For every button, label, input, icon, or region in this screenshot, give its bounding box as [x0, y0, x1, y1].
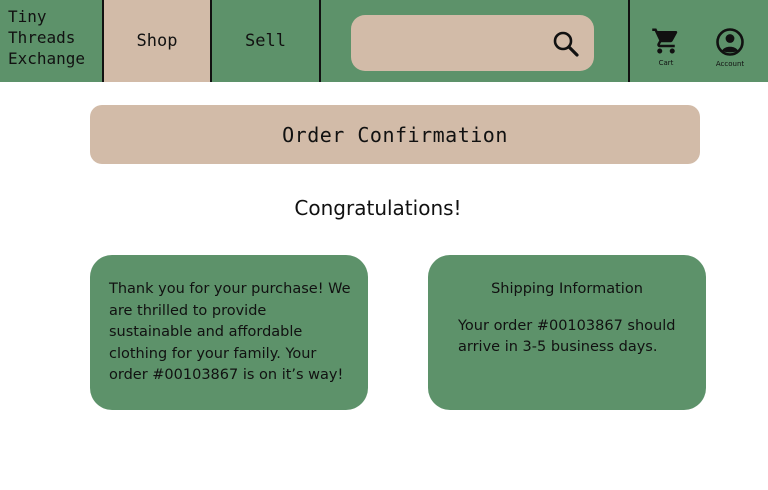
thank-you-card: Thank you for your purchase! We are thri… — [90, 255, 368, 410]
brand-line-2: Threads — [8, 28, 76, 47]
nav-divider — [628, 0, 630, 82]
nav-divider — [319, 0, 321, 82]
search-bar — [351, 15, 594, 71]
order-confirmation-banner: Order Confirmation — [90, 105, 700, 164]
account-label: Account — [715, 60, 745, 68]
shipping-info-title: Shipping Information — [491, 281, 643, 297]
search-icon[interactable] — [552, 30, 580, 58]
tab-sell[interactable]: Sell — [212, 0, 319, 82]
brand-line-3: Exchange — [8, 49, 86, 68]
account-icon — [700, 27, 760, 57]
thank-you-message: Thank you for your purchase! We are thri… — [109, 281, 351, 383]
tab-sell-label: Sell — [245, 31, 286, 51]
cart-label: Cart — [658, 59, 674, 67]
tab-shop[interactable]: Shop — [104, 0, 210, 82]
page-title: Order Confirmation — [282, 122, 508, 147]
tab-shop-label: Shop — [136, 31, 178, 51]
top-navbar: Tiny Threads Exchange Shop Sell Cart Acc… — [0, 0, 768, 82]
cart-button[interactable]: Cart — [636, 26, 696, 67]
shipping-info-message: Your order #00103867 should arrive in 3-… — [458, 317, 676, 356]
order-confirmation-page: Tiny Threads Exchange Shop Sell Cart Acc… — [0, 0, 768, 490]
brand-line-1: Tiny — [8, 7, 47, 26]
account-button[interactable]: Account — [700, 27, 760, 68]
brand-logo[interactable]: Tiny Threads Exchange — [8, 6, 100, 69]
cart-icon — [636, 26, 696, 56]
congratulations-heading: Congratulations! — [294, 196, 462, 220]
shipping-info-card: Shipping Information Your order #0010386… — [428, 255, 706, 410]
search-input[interactable] — [365, 25, 544, 63]
